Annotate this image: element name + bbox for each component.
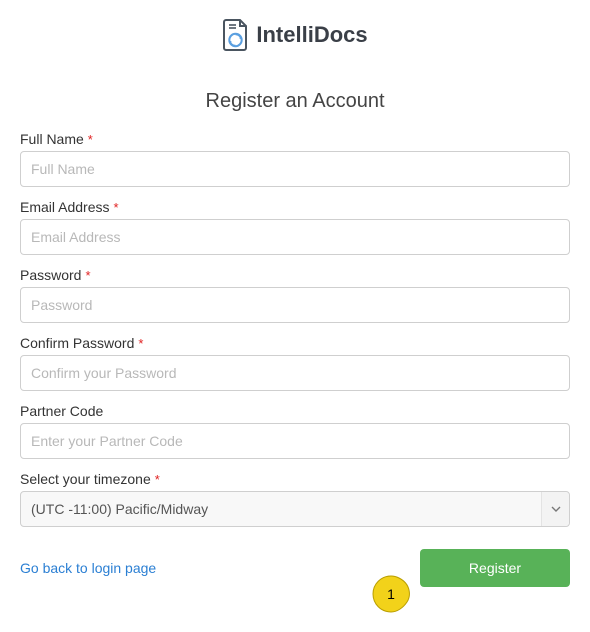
timezone-selected-value: (UTC -11:00) Pacific/Midway [31,501,208,517]
brand-name: IntelliDocs [256,22,367,48]
page-title: Register an Account [20,90,570,113]
full-name-field-label: Full Name [20,131,84,147]
confirm-password-field-label: Confirm Password [20,335,134,351]
timezone-select[interactable]: (UTC -11:00) Pacific/Midway [20,491,570,527]
password-field-label: Password [20,267,81,283]
required-marker: * [113,200,118,215]
password-field[interactable] [20,287,570,323]
partner-code-field[interactable] [20,423,570,459]
email-field-group: Email Address * [20,199,570,255]
timezone-field-group: Select your timezone * (UTC -11:00) Paci… [20,471,570,527]
brand-logo: IntelliDocs [20,18,570,52]
partner-code-field-label: Partner Code [20,403,103,419]
required-marker: * [138,336,143,351]
required-marker: * [155,472,160,487]
svg-text:1: 1 [387,586,395,602]
email-field-label: Email Address [20,199,109,215]
back-to-login-link[interactable]: Go back to login page [20,560,156,576]
timezone-label: Select your timezone [20,471,151,487]
confirm-password-field[interactable] [20,355,570,391]
confirm-password-field-group: Confirm Password * [20,335,570,391]
required-marker: * [88,132,93,147]
full-name-field[interactable] [20,151,570,187]
document-refresh-icon [222,18,250,52]
email-field[interactable] [20,219,570,255]
register-button[interactable]: Register [420,549,570,587]
required-marker: * [85,268,90,283]
partner-code-field-group: Partner Code [20,403,570,459]
full-name-field-group: Full Name * [20,131,570,187]
password-field-group: Password * [20,267,570,323]
